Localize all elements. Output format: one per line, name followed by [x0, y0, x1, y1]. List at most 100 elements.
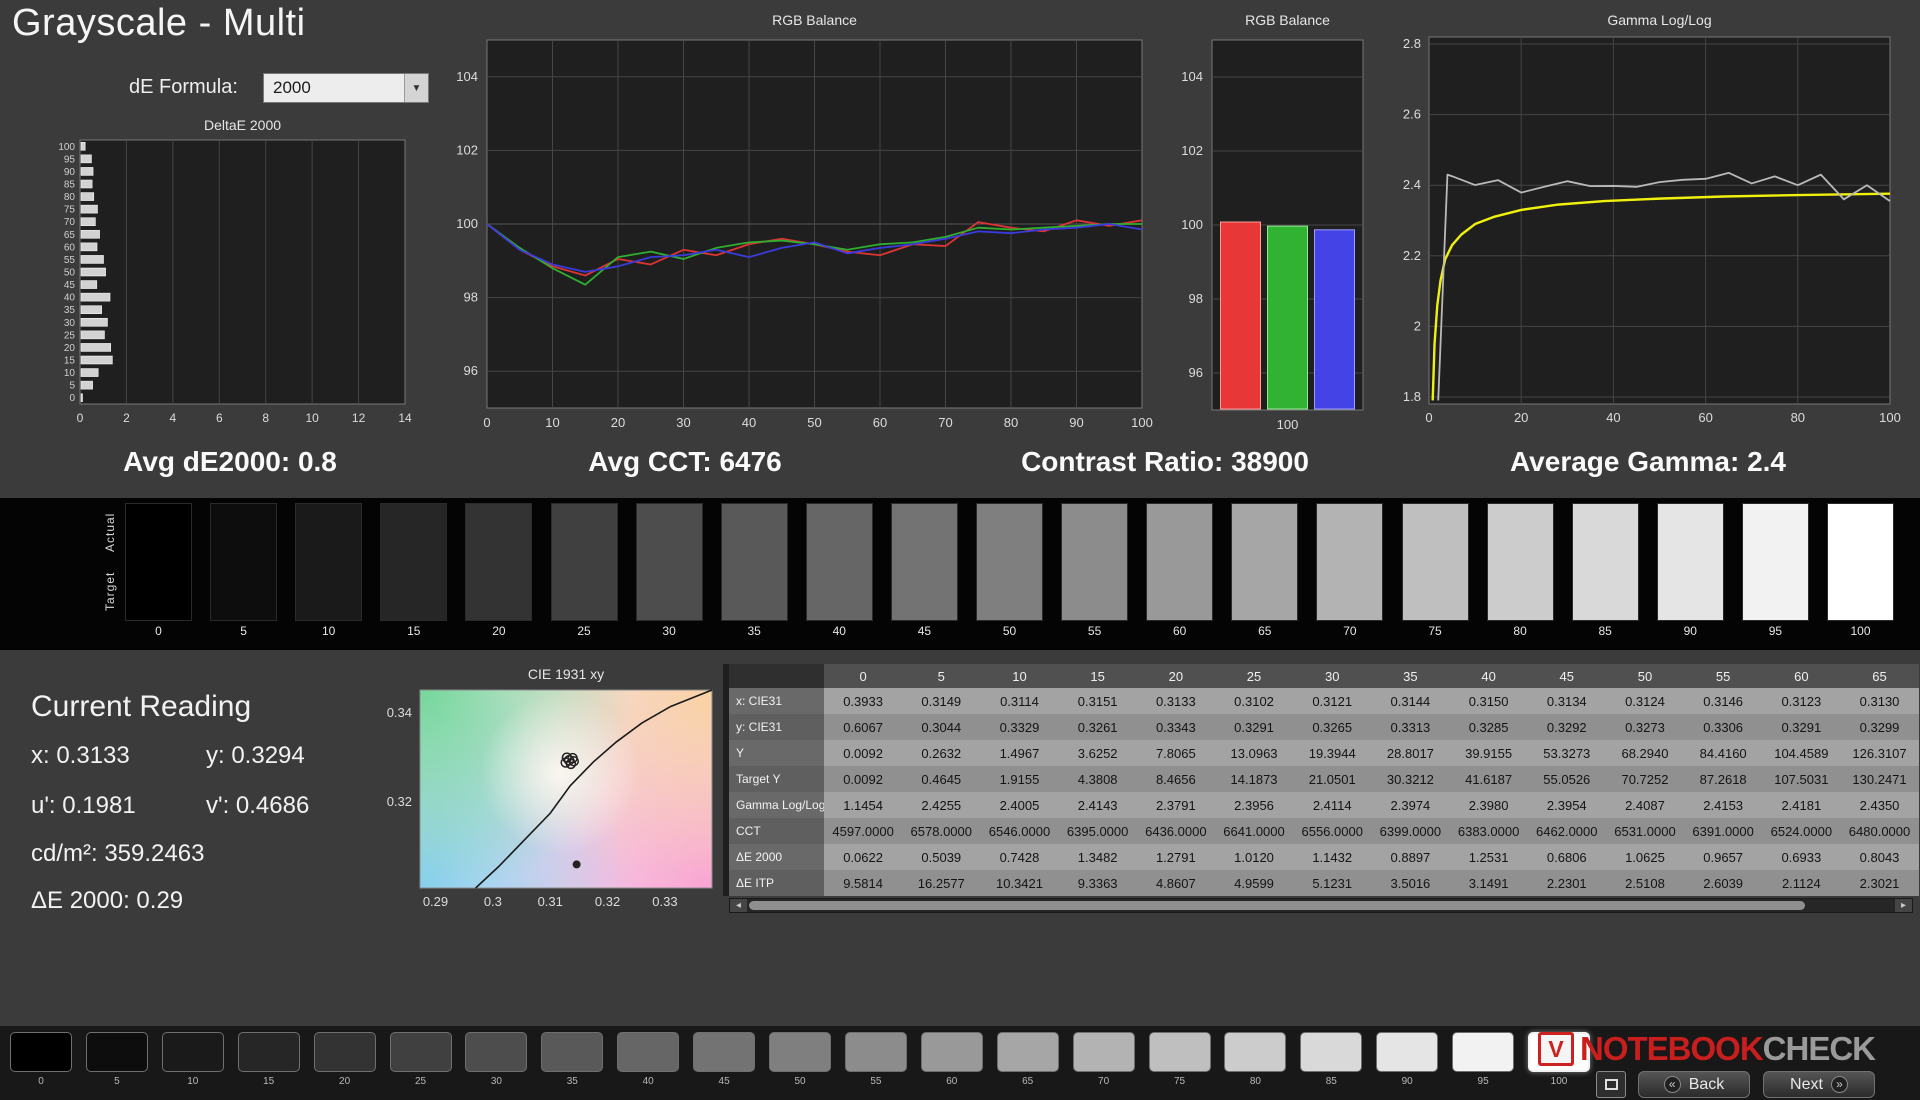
table-cell: 0.2632: [902, 740, 981, 766]
thumbnail-level-label: 55: [870, 1076, 882, 1087]
level-thumbnail[interactable]: [769, 1032, 831, 1072]
axis-tick-label: 100: [1277, 417, 1299, 432]
bottom-bar: 0 5 10 15 20 25 30 35 40 45 50 55 60 65 70 75 80 85 90 95 10…: [0, 1026, 1920, 1100]
table-cell: 2.2301: [1527, 870, 1606, 896]
rgb-balance-bar-chart: 96 98 100 102 104 100: [1181, 39, 1364, 432]
deltae-bar: [80, 305, 102, 315]
axis-tick-label: 2.8: [1403, 36, 1421, 51]
level-thumbnail[interactable]: [1452, 1032, 1515, 1072]
thumbnail-level-label: 45: [718, 1076, 730, 1087]
scrollbar-track[interactable]: [747, 899, 1895, 912]
level-thumbnail[interactable]: [465, 1032, 528, 1072]
plot-area: [79, 139, 406, 405]
gamma-log-log-chart: 1.8 2 2.2 2.4 2.6 2.8 0 20 40 60 80 100: [1403, 36, 1901, 425]
level-thumbnail[interactable]: [1224, 1032, 1287, 1072]
deltae-bar: [80, 393, 83, 403]
deltae-bar: [80, 154, 92, 164]
axis-tick-label: 10: [305, 411, 319, 425]
level-thumbnail[interactable]: [313, 1032, 376, 1072]
axis-tick-label: 104: [456, 69, 478, 84]
grayscale-swatch-strip: Actual Target 0 5 10 15 20 25 30 35 40 45 50 55 60 65…: [0, 498, 1920, 650]
pattern-window-button[interactable]: [1596, 1071, 1626, 1098]
level-thumbnail[interactable]: [844, 1032, 907, 1072]
table-cell: 13.0963: [1214, 740, 1294, 766]
table-cell: 0.3285: [1449, 714, 1528, 740]
de-formula-label: dE Formula:: [129, 76, 238, 98]
table-cell: 3.5016: [1371, 870, 1450, 896]
deltae-bar: [80, 368, 99, 377]
axis-tick-label: 80: [1791, 410, 1805, 425]
axis-tick-label: 2.2: [1403, 248, 1421, 263]
level-thumbnail[interactable]: [1376, 1032, 1439, 1072]
table-cell: 0.3151: [1058, 688, 1137, 714]
level-thumbnail[interactable]: [389, 1032, 452, 1072]
swatch-level-label: 10: [322, 624, 336, 638]
table-cell: 2.6039: [1684, 870, 1763, 896]
grayscale-swatch: [1146, 503, 1214, 621]
swatch-level-label: 35: [747, 624, 761, 638]
level-thumbnail[interactable]: [920, 1032, 983, 1072]
measurement-point: [572, 860, 581, 869]
level-thumbnail[interactable]: [10, 1032, 72, 1072]
table-cell: 6546.0000: [980, 818, 1059, 844]
pattern-window-icon: [1604, 1079, 1618, 1090]
table-cell: 0.6806: [1527, 844, 1606, 870]
level-thumbnail[interactable]: [693, 1032, 756, 1072]
next-button[interactable]: Next »: [1763, 1071, 1875, 1098]
axis-tick-label: 0: [483, 415, 490, 430]
table-cell: 0.3933: [824, 688, 903, 714]
level-thumbnail[interactable]: [161, 1032, 224, 1072]
actual-row-label: Actual: [103, 512, 117, 552]
table-cell: 104.4589: [1762, 740, 1841, 766]
thumbnail-level-label: 15: [263, 1076, 275, 1087]
table-cell: 6391.0000: [1684, 818, 1763, 844]
reading-luminance: cd/m²: 359.2463: [31, 840, 205, 867]
table-cell: 0.5039: [902, 844, 981, 870]
back-button[interactable]: « Back: [1638, 1071, 1750, 1098]
axis-tick-label: 65: [64, 230, 76, 241]
axis-tick-label: 15: [64, 356, 76, 367]
scrollbar-thumb[interactable]: [749, 901, 1806, 910]
level-thumbnail[interactable]: [996, 1032, 1059, 1072]
stat-avg-de2000: Avg dE2000: 0.8: [123, 446, 337, 477]
level-thumbnail[interactable]: [541, 1032, 604, 1072]
table-cell: 0.3343: [1136, 714, 1215, 740]
de-formula-dropdown[interactable]: 2000 ▼: [263, 73, 429, 103]
deltae-bar: [80, 343, 112, 352]
current-reading-title: Current Reading: [31, 690, 252, 723]
axis-tick-label: 0.32: [387, 794, 412, 809]
table-cell: 2.4181: [1762, 792, 1841, 818]
rgb-bar-red: [1220, 221, 1261, 410]
grayscale-swatch: [635, 503, 703, 621]
level-thumbnail[interactable]: [617, 1032, 680, 1072]
level-thumbnail[interactable]: [237, 1032, 300, 1072]
level-thumbnail[interactable]: [1300, 1032, 1363, 1072]
thumbnail-level-label: 60: [946, 1076, 958, 1087]
axis-tick-label: 40: [1606, 410, 1620, 425]
grayscale-swatch: [550, 503, 618, 621]
table-cell: 0.3144: [1371, 688, 1450, 714]
axis-tick-label: 0: [69, 393, 75, 404]
axis-tick-label: 100: [58, 142, 75, 153]
deltae-bar: [80, 192, 95, 201]
rgb-bar-blue: [1314, 229, 1355, 410]
grayscale-swatch: [380, 503, 448, 621]
table-horizontal-scrollbar[interactable]: ◂ ▸: [729, 898, 1913, 913]
table-column-header: 35: [1371, 664, 1450, 688]
chevron-down-icon[interactable]: ▼: [404, 74, 428, 102]
grayscale-swatch: [1401, 503, 1469, 621]
scroll-right-button[interactable]: ▸: [1895, 899, 1912, 912]
table-column-header: 20: [1136, 664, 1215, 688]
level-thumbnail[interactable]: [1072, 1032, 1135, 1072]
table-cell: 6462.0000: [1527, 818, 1606, 844]
axis-tick-label: 2.6: [1403, 107, 1421, 122]
level-thumbnail[interactable]: [1148, 1032, 1211, 1072]
table-cell: 6480.0000: [1840, 818, 1919, 844]
grayscale-swatch: [890, 503, 958, 621]
table-cell: 30.3212: [1371, 766, 1450, 792]
thumbnail-level-label: 95: [1477, 1076, 1489, 1087]
table-cell: 6641.0000: [1214, 818, 1294, 844]
scroll-left-button[interactable]: ◂: [730, 899, 747, 912]
planckian-locus-line: [475, 689, 713, 889]
level-thumbnail[interactable]: [85, 1032, 148, 1072]
